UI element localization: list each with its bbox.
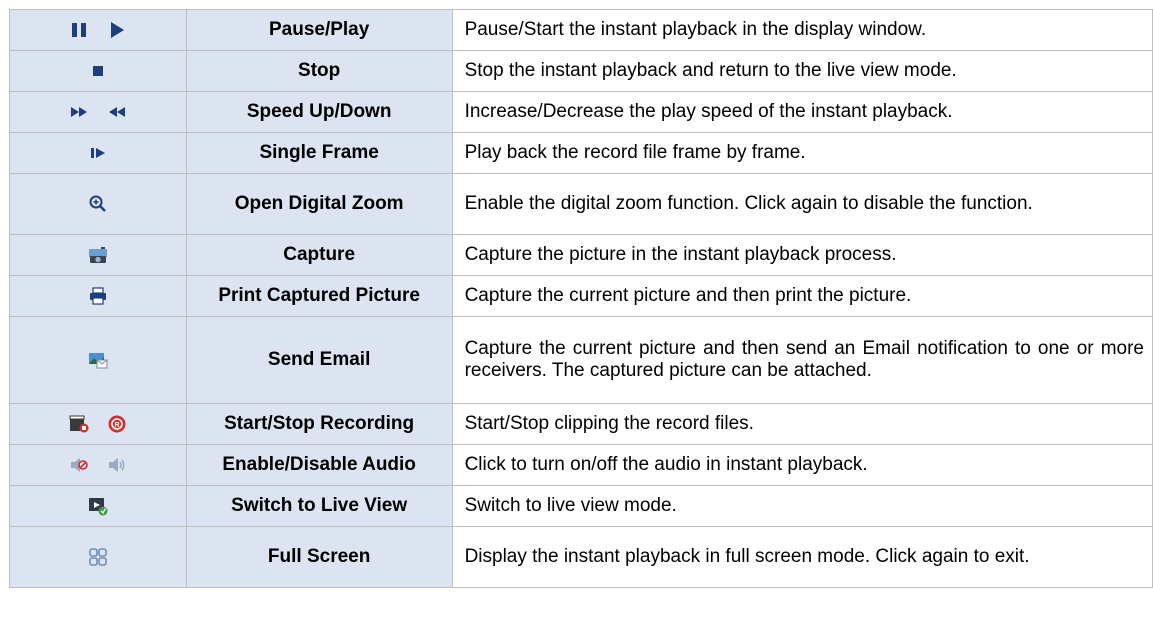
audio-on-icon[interactable] [107, 455, 127, 475]
table-row: Open Digital Zoom Enable the digital zoom… [9, 173, 1153, 235]
zoom-in-icon[interactable] [88, 194, 108, 214]
icon-cell [9, 444, 187, 486]
icon-cell [9, 132, 187, 174]
audio-off-icon[interactable] [69, 455, 89, 475]
camera-icon[interactable] [88, 245, 108, 265]
icon-cell [9, 275, 187, 317]
play-icon[interactable] [107, 20, 127, 40]
button-description: Stop the instant playback and return to … [451, 50, 1153, 92]
button-name: Send Email [185, 316, 453, 404]
button-description: Start/Stop clipping the record files. [451, 403, 1153, 445]
table-row: Stop Stop the instant playback and return… [9, 50, 1153, 92]
clip-record-icon[interactable] [69, 414, 89, 434]
table-row: Enable/Disable Audio Click to turn on/off… [9, 444, 1153, 486]
button-description: Pause/Start the instant playback in the … [451, 9, 1153, 51]
button-description: Capture the current picture and then pri… [451, 275, 1153, 317]
button-description: Play back the record file frame by frame… [451, 132, 1153, 174]
pause-icon[interactable] [69, 20, 89, 40]
button-name: Speed Up/Down [185, 91, 453, 133]
table-row: Single Frame Play back the record file fr… [9, 132, 1153, 174]
printer-icon[interactable] [88, 286, 108, 306]
button-description: Click to turn on/off the audio in instan… [451, 444, 1153, 486]
table-row: Speed Up/Down Increase/Decrease the play … [9, 91, 1153, 133]
icon-cell [9, 316, 187, 404]
icon-cell: R [9, 403, 187, 445]
fast-forward-icon[interactable] [69, 102, 89, 122]
button-name: Enable/Disable Audio [185, 444, 453, 486]
table-body: Pause/Play Pause/Start the instant playba… [9, 9, 1153, 588]
button-description: Capture the current picture and then sen… [451, 316, 1153, 404]
playback-toolbar-table: Pause/Play Pause/Start the instant playba… [9, 9, 1153, 588]
live-view-icon[interactable] [88, 496, 108, 516]
table-row: Pause/Play Pause/Start the instant playba… [9, 9, 1153, 51]
icon-cell [9, 485, 187, 527]
table-row: Full Screen Display the instant playback … [9, 526, 1153, 588]
button-name: Stop [185, 50, 453, 92]
single-frame-icon[interactable] [88, 143, 108, 163]
button-description: Display the instant playback in full scr… [451, 526, 1153, 588]
button-name: Single Frame [185, 132, 453, 174]
stop-icon[interactable] [88, 61, 108, 81]
icon-cell [9, 526, 187, 588]
button-name: Open Digital Zoom [185, 173, 453, 235]
button-name: Switch to Live View [185, 485, 453, 527]
rewind-icon[interactable] [107, 102, 127, 122]
table-row: Capture Capture the picture in the instan… [9, 234, 1153, 276]
icon-cell [9, 91, 187, 133]
button-description: Enable the digital zoom function. Click … [451, 173, 1153, 235]
icon-cell [9, 234, 187, 276]
table-row: Send Email Capture the current picture an… [9, 316, 1153, 404]
button-description: Capture the picture in the instant playb… [451, 234, 1153, 276]
button-description: Increase/Decrease the play speed of the … [451, 91, 1153, 133]
button-name: Pause/Play [185, 9, 453, 51]
record-icon[interactable]: R [107, 414, 127, 434]
button-name: Start/Stop Recording [185, 403, 453, 445]
icon-cell [9, 50, 187, 92]
table-row: Switch to Live View Switch to live view m… [9, 485, 1153, 527]
button-name: Capture [185, 234, 453, 276]
table-row: Print Captured Picture Capture the curren… [9, 275, 1153, 317]
icon-cell [9, 9, 187, 51]
fullscreen-icon[interactable] [88, 547, 108, 567]
email-icon[interactable] [88, 350, 108, 370]
button-name: Full Screen [185, 526, 453, 588]
icon-cell [9, 173, 187, 235]
table-row: R Start/Stop Recording Start/Stop clipping… [9, 403, 1153, 445]
button-name: Print Captured Picture [185, 275, 453, 317]
button-description: Switch to live view mode. [451, 485, 1153, 527]
svg-text:R: R [114, 422, 119, 429]
